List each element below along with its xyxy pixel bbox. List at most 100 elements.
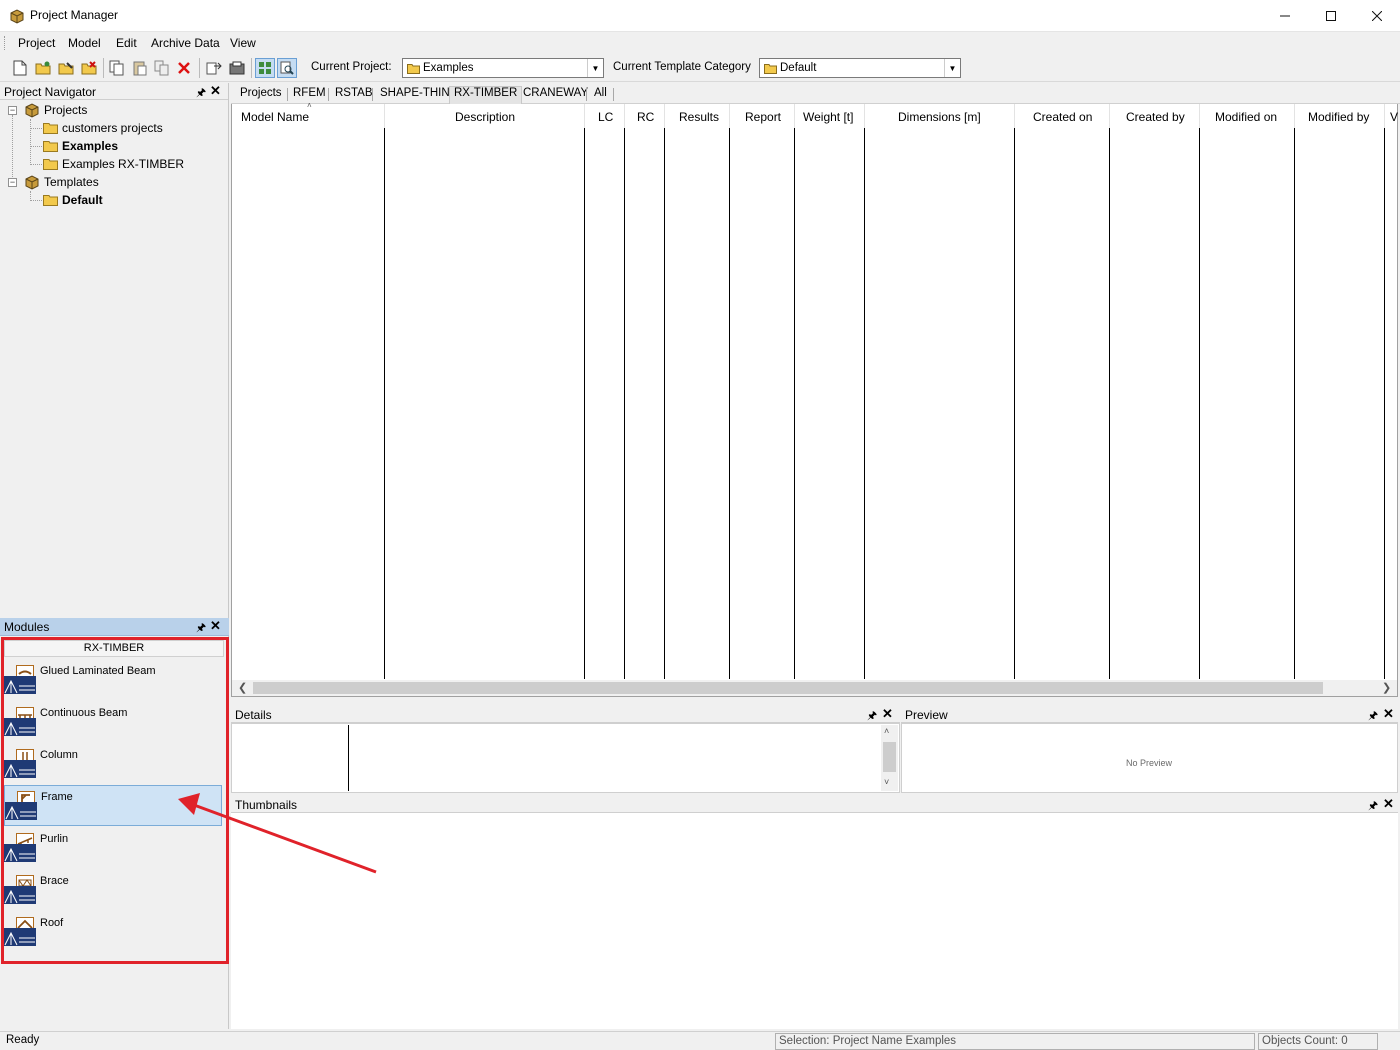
toolbar-separator bbox=[199, 58, 200, 78]
tab-rstab[interactable]: RSTAB bbox=[335, 86, 373, 104]
tab-all[interactable]: All bbox=[594, 86, 607, 104]
tab-rx-timber[interactable]: RX-TIMBER bbox=[449, 86, 523, 104]
menu-view[interactable]: View bbox=[230, 36, 256, 50]
column-header-description[interactable]: Description bbox=[455, 110, 515, 124]
toolbar-separator bbox=[251, 58, 252, 78]
column-header-model-name[interactable]: Model Name bbox=[241, 110, 309, 124]
folder-icon bbox=[43, 194, 58, 206]
delete-icon[interactable] bbox=[174, 58, 194, 78]
column-header-modified-on[interactable]: Modified on bbox=[1215, 110, 1277, 124]
tab-separator bbox=[328, 88, 329, 101]
model-table[interactable]: ˄ Model Name Description LC RC Results R… bbox=[231, 101, 1398, 681]
close-icon[interactable]: ✕ bbox=[882, 706, 893, 722]
maximize-button[interactable] bbox=[1308, 0, 1354, 32]
panel-title: Details bbox=[235, 708, 272, 722]
grid-view-icon[interactable] bbox=[255, 58, 275, 78]
close-icon[interactable]: ✕ bbox=[1383, 706, 1394, 722]
column-header-report[interactable]: Report bbox=[745, 110, 781, 124]
details-vertical-scrollbar[interactable]: ˄ ˅ bbox=[881, 725, 898, 791]
column-divider bbox=[384, 128, 385, 679]
menu-project[interactable]: Project bbox=[18, 36, 55, 50]
header-divider bbox=[584, 104, 585, 128]
horizontal-scrollbar[interactable]: ❮ ❯ bbox=[231, 680, 1398, 697]
tree-item-default[interactable]: Default bbox=[43, 191, 103, 209]
tab-separator bbox=[613, 88, 614, 101]
column-header-v[interactable]: V bbox=[1390, 110, 1398, 124]
scrollbar-thumb[interactable] bbox=[253, 682, 1323, 694]
pin-icon[interactable]: 🖈︎ bbox=[196, 84, 206, 103]
column-divider bbox=[624, 128, 625, 679]
modules-header: Modules 🖈︎ ✕ bbox=[0, 618, 229, 636]
folder-delete-icon[interactable] bbox=[79, 58, 99, 78]
scrollbar-thumb[interactable] bbox=[883, 742, 896, 772]
menu-model[interactable]: Model bbox=[68, 36, 101, 50]
header-divider bbox=[729, 104, 730, 128]
tree-item-examples[interactable]: Examples bbox=[43, 137, 118, 155]
chevron-down-icon[interactable]: ▼ bbox=[587, 59, 603, 77]
tree-item-examples-rx-timber[interactable]: Examples RX-TIMBER bbox=[43, 155, 184, 173]
column-header-lc[interactable]: LC bbox=[598, 110, 613, 124]
column-header-results[interactable]: Results bbox=[679, 110, 719, 124]
panel-title: Modules bbox=[4, 620, 50, 634]
tree-item-templates[interactable]: Templates bbox=[24, 173, 99, 191]
export-icon[interactable] bbox=[227, 58, 247, 78]
column-divider bbox=[794, 128, 795, 679]
tab-shape-thin[interactable]: SHAPE-THIN bbox=[380, 86, 450, 104]
close-icon[interactable]: ✕ bbox=[1383, 796, 1394, 812]
scroll-down-icon[interactable]: ˅ bbox=[884, 777, 889, 787]
current-project-select[interactable]: Examples ▼ bbox=[402, 58, 604, 78]
tree-line bbox=[30, 200, 42, 201]
column-header-created-by[interactable]: Created by bbox=[1126, 110, 1185, 124]
panel-title: Project Navigator bbox=[4, 85, 97, 99]
column-header-modified-by[interactable]: Modified by bbox=[1308, 110, 1369, 124]
duplicate-icon[interactable] bbox=[152, 58, 172, 78]
tree-item-customers-projects[interactable]: customers projects bbox=[43, 119, 163, 137]
column-header-created-on[interactable]: Created on bbox=[1033, 110, 1092, 124]
scroll-left-icon[interactable]: ❮ bbox=[238, 681, 247, 694]
column-header-weight[interactable]: Weight [t] bbox=[803, 110, 853, 124]
header-divider bbox=[794, 104, 795, 128]
import-icon[interactable] bbox=[204, 58, 224, 78]
header-divider bbox=[1384, 104, 1385, 128]
projects-box-icon bbox=[24, 102, 40, 118]
tab-projects[interactable]: Projects bbox=[240, 86, 282, 104]
app-icon bbox=[9, 8, 25, 24]
column-header-rc[interactable]: RC bbox=[637, 110, 654, 124]
column-divider bbox=[1199, 128, 1200, 679]
column-divider bbox=[864, 128, 865, 679]
chevron-down-icon[interactable]: ▼ bbox=[944, 59, 960, 77]
tab-separator bbox=[586, 88, 587, 101]
close-icon[interactable]: ✕ bbox=[210, 83, 221, 99]
scroll-right-icon[interactable]: ❯ bbox=[1382, 681, 1391, 694]
project-navigator-header: Project Navigator 🖈︎ ✕ bbox=[0, 83, 228, 100]
paste-icon[interactable] bbox=[130, 58, 150, 78]
details-divider bbox=[348, 725, 349, 791]
menu-edit[interactable]: Edit bbox=[116, 36, 137, 50]
new-file-icon[interactable] bbox=[10, 58, 30, 78]
close-window-button[interactable] bbox=[1354, 0, 1400, 32]
toolbar-separator bbox=[103, 58, 104, 78]
folder-edit-icon[interactable] bbox=[56, 58, 76, 78]
header-divider bbox=[1294, 104, 1295, 128]
annotation-arrow bbox=[178, 793, 377, 874]
tab-craneway[interactable]: CRANEWAY bbox=[523, 86, 588, 104]
header-divider bbox=[1014, 104, 1015, 128]
template-category-label: Current Template Category bbox=[613, 61, 751, 73]
scroll-up-icon[interactable]: ˄ bbox=[884, 726, 889, 736]
tree-collapse-toggle[interactable]: − bbox=[8, 106, 17, 115]
tree-item-projects[interactable]: Projects bbox=[24, 101, 87, 119]
toolbar: Current Project: Examples ▼ Current Temp… bbox=[0, 54, 1400, 82]
preview-header: Preview 🖈︎ ✕ bbox=[901, 706, 1398, 723]
minimize-button[interactable] bbox=[1262, 0, 1308, 32]
template-category-select[interactable]: Default ▼ bbox=[759, 58, 961, 78]
tree-collapse-toggle[interactable]: − bbox=[8, 178, 17, 187]
folder-icon bbox=[407, 63, 420, 74]
preview-magnifier-icon[interactable] bbox=[277, 58, 297, 78]
panel-title: Preview bbox=[905, 708, 948, 722]
close-icon[interactable]: ✕ bbox=[210, 618, 221, 634]
no-preview-text: No Preview bbox=[1126, 758, 1173, 768]
copy-icon[interactable] bbox=[107, 58, 127, 78]
open-folder-icon[interactable] bbox=[33, 58, 53, 78]
menu-archive-data[interactable]: Archive Data bbox=[151, 36, 220, 50]
column-header-dimensions[interactable]: Dimensions [m] bbox=[898, 110, 981, 124]
